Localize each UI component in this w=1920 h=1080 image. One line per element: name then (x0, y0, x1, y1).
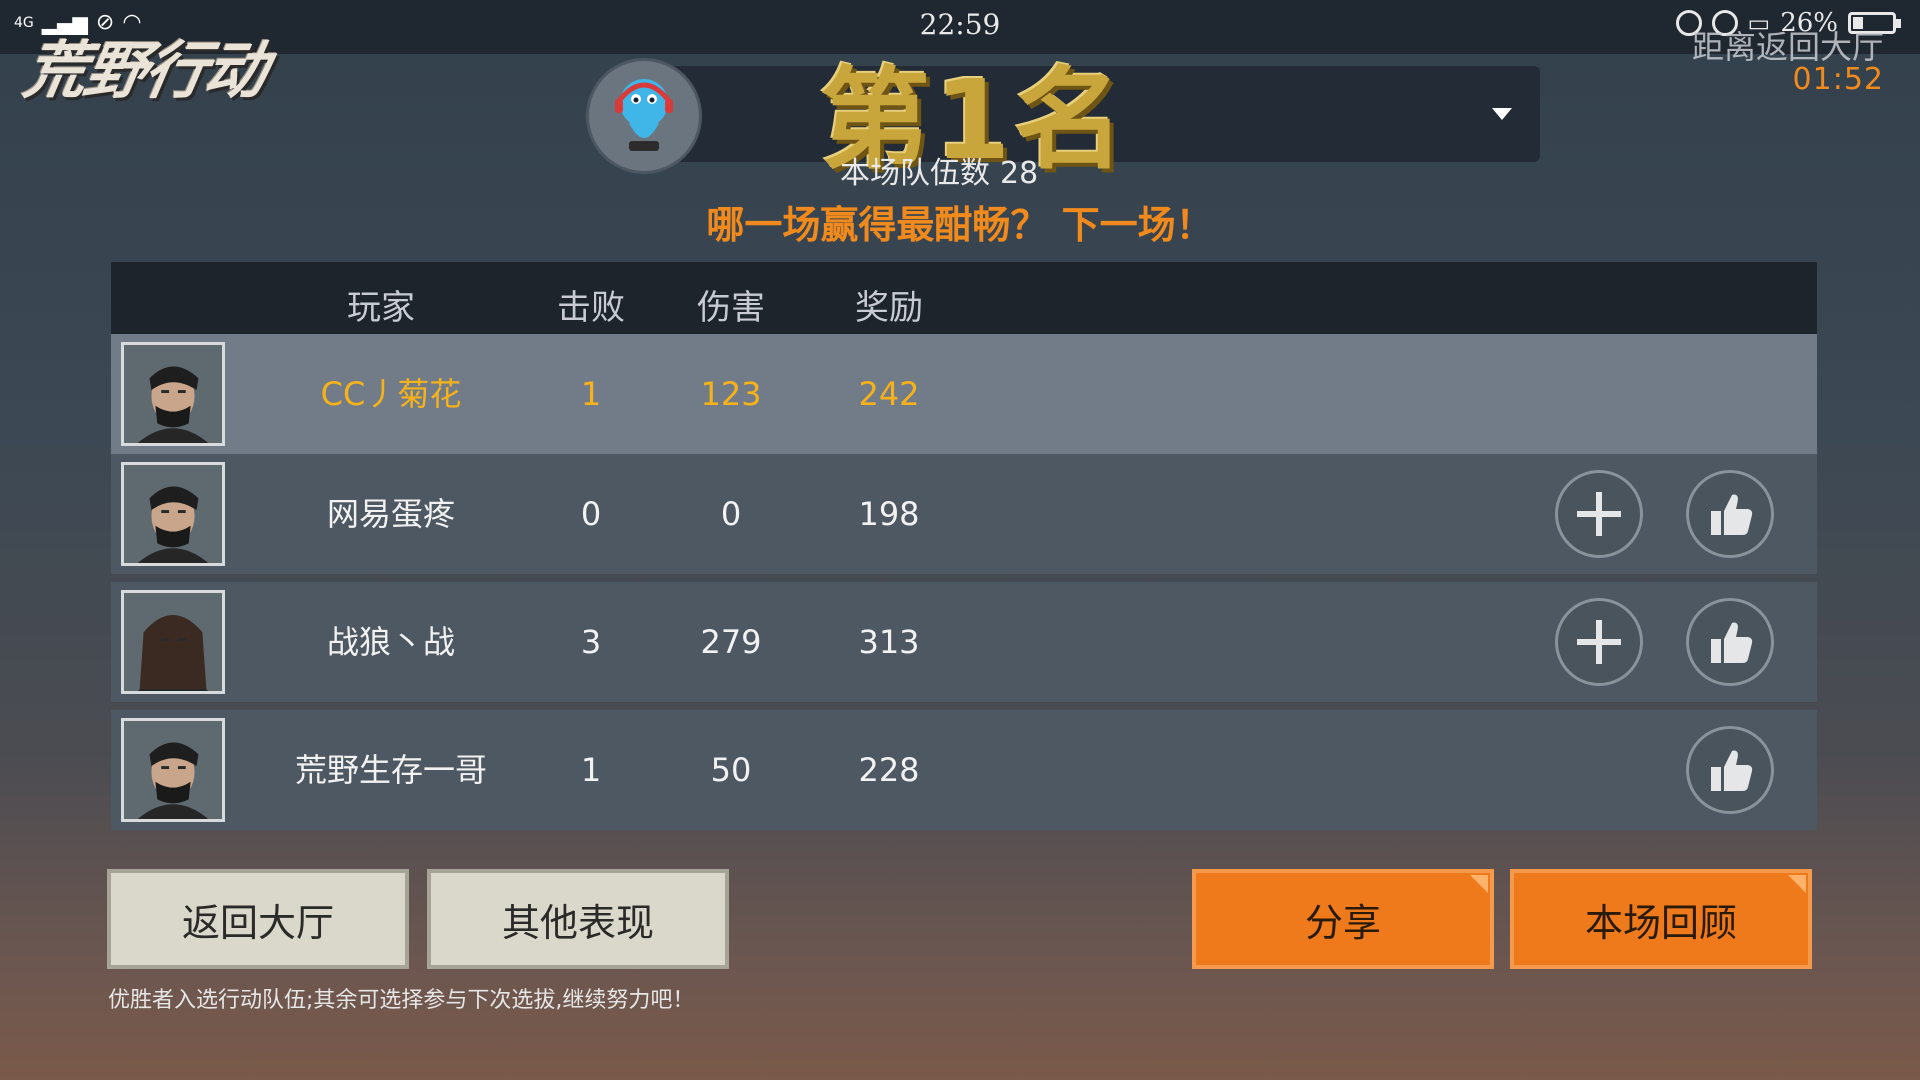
col-damage: 伤害 (697, 288, 765, 328)
player-name: CC丿菊花 (320, 375, 462, 413)
damage-value: 0 (720, 495, 742, 533)
damage-value: 279 (700, 623, 762, 661)
mascot-icon (615, 79, 673, 151)
table-row: 战狼丶战 3 279 313 (111, 582, 1817, 702)
kills-value: 1 (580, 375, 602, 413)
share-button[interactable]: 分享 (1192, 869, 1494, 969)
footer-note: 优胜者入选行动队伍;其余可选择参与下次选拔,继续努力吧！ (108, 988, 695, 1013)
table-row: 网易蛋疼 0 0 198 (111, 454, 1817, 574)
col-kills: 击败 (557, 288, 625, 328)
damage-value: 123 (700, 375, 762, 413)
back-lobby-button[interactable]: 返回大厅 (107, 869, 409, 969)
scoreboard: 玩家 击败 伤害 奖励 CC丿菊花 1 123 242 网易蛋疼 0 0 198 战狼丶战 3 27… (111, 262, 1817, 830)
reward-value: 242 (858, 375, 920, 413)
player-portrait[interactable] (121, 590, 225, 694)
table-row: 荒野生存一哥 1 50 228 (111, 710, 1817, 830)
plus-icon[interactable] (1555, 470, 1643, 558)
reward-value: 313 (858, 623, 920, 661)
player-avatar (586, 58, 702, 174)
player-name: 战狼丶战 (326, 623, 455, 661)
game-logo: 荒野行动 (18, 34, 272, 107)
scoreboard-header: 玩家 击败 伤害 奖励 (111, 262, 1817, 334)
slogan: 哪一场赢得最酣畅？ 下一场！ (706, 203, 1214, 247)
scoreboard-rows: CC丿菊花 1 123 242 网易蛋疼 0 0 198 战狼丶战 3 279 313 荒野生存一哥 1 5… (111, 334, 1817, 830)
team-count-label: 本场队伍数 (840, 156, 990, 191)
player-portrait[interactable] (121, 462, 225, 566)
review-button[interactable]: 本场回顾 (1510, 869, 1812, 969)
damage-value: 50 (710, 751, 752, 789)
countdown-timer: 01:52 (1792, 62, 1884, 97)
col-player: 玩家 (347, 288, 415, 328)
thumbs-up-icon[interactable] (1686, 598, 1774, 686)
reward-value: 228 (858, 751, 920, 789)
team-count-value: 28 (1000, 156, 1039, 191)
player-portrait[interactable] (121, 718, 225, 822)
player-name: 荒野生存一哥 (294, 751, 487, 789)
thumbs-up-icon[interactable] (1686, 726, 1774, 814)
col-reward: 奖励 (855, 288, 923, 328)
plus-icon[interactable] (1555, 598, 1643, 686)
team-count: 本场队伍数 28 (840, 148, 1048, 192)
thumbs-up-icon[interactable] (1686, 470, 1774, 558)
player-name: 网易蛋疼 (326, 495, 455, 533)
chevron-down-icon[interactable] (1492, 108, 1512, 120)
table-row: CC丿菊花 1 123 242 (111, 334, 1817, 454)
kills-value: 3 (580, 623, 602, 661)
kills-value: 1 (580, 751, 602, 789)
player-portrait[interactable] (121, 342, 225, 446)
reward-value: 198 (858, 495, 920, 533)
other-performance-button[interactable]: 其他表现 (427, 869, 729, 969)
kills-value: 0 (580, 495, 602, 533)
